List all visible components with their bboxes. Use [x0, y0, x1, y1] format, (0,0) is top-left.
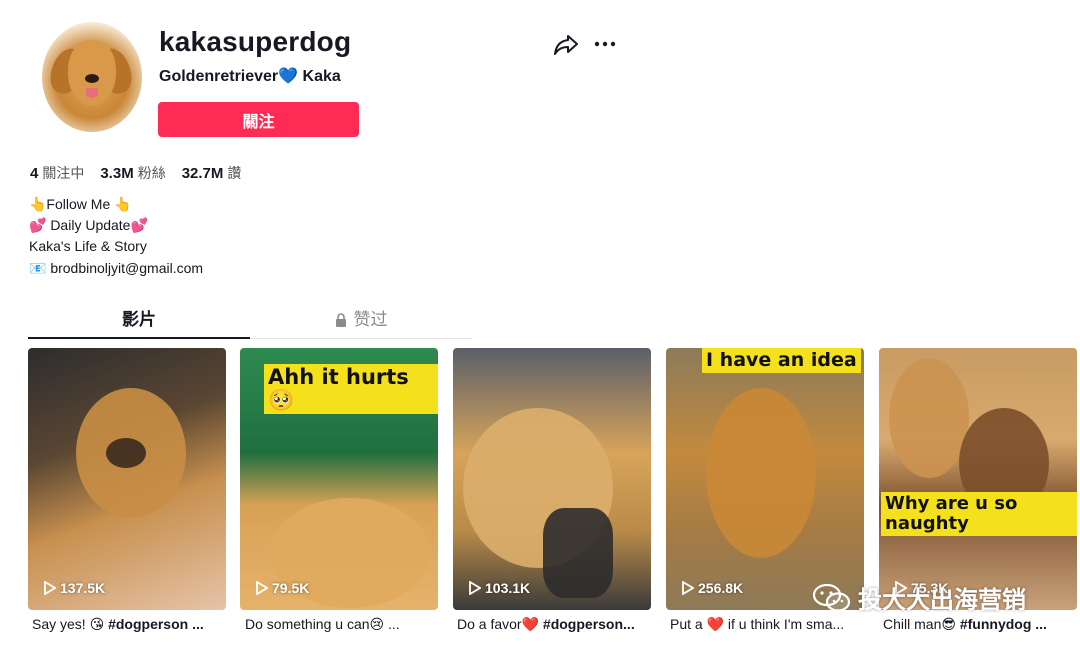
likes-count: 32.7M — [181, 165, 224, 182]
view-count: 103.1K — [469, 580, 530, 596]
video-thumbnail[interactable]: 137.5K — [28, 348, 226, 610]
following-label: 關注中 — [42, 165, 85, 181]
play-icon — [256, 581, 268, 595]
thumbnail-trash-bag — [543, 508, 613, 598]
share-icon[interactable] — [554, 34, 578, 56]
views-label: 79.5K — [272, 580, 310, 596]
stat-followers[interactable]: 3.3M 粉絲 — [100, 163, 165, 183]
wechat-icon — [812, 583, 851, 612]
bio-email: 📧 brodbinoljyit@gmail.com — [29, 259, 204, 276]
tab-liked-label: 赞过 — [353, 310, 388, 329]
video-thumbnail[interactable]: Why are u so naughty 75.3K — [879, 348, 1077, 610]
dots-icon — [594, 41, 616, 47]
video-thumbnail[interactable]: Ahh it hurts🥺 79.5K — [240, 348, 438, 610]
video-overlay-text: Ahh it hurts🥺 — [264, 364, 438, 415]
caption-text: Put a ❤️ if u think I'm sma... — [670, 616, 845, 632]
bio-line: 👆Follow Me 👆 — [29, 196, 132, 212]
views-label: 103.1K — [485, 580, 531, 596]
watermark-text: 投大大出海营销 — [858, 586, 1026, 614]
view-count: 79.5K — [256, 580, 309, 596]
video-caption[interactable]: Say yes! 😘 #dogperson ... — [32, 616, 230, 633]
tab-liked[interactable]: 赞过 — [250, 305, 472, 339]
caption-hashtag[interactable]: #funnydog ... — [960, 616, 1047, 632]
video-thumbnail[interactable]: 103.1K — [453, 348, 651, 610]
profile-stats: 4 關注中 3.3M 粉絲 32.7M 讚 — [30, 163, 241, 183]
profile-subtitle: Goldenretriever💙 Kaka — [159, 66, 341, 86]
caption-text: Chill man😎 — [883, 616, 960, 632]
views-label: 137.5K — [60, 580, 106, 596]
thumbnail-dog — [889, 358, 969, 478]
play-icon — [682, 581, 694, 595]
followers-label: 粉絲 — [137, 165, 166, 181]
follow-button[interactable]: 關注 — [158, 102, 359, 137]
bio-line: Kaka's Life & Story — [29, 238, 147, 255]
avatar-dog-nose — [85, 74, 99, 83]
caption-hashtag[interactable]: #dogperson ... — [108, 616, 204, 632]
caption-text: Do something u can😢 ... — [245, 616, 400, 632]
video-overlay-text: Why are u so naughty — [881, 492, 1077, 536]
likes-label: 讚 — [227, 165, 242, 181]
video-caption[interactable]: Do a favor❤️ #dogperson... — [457, 616, 655, 633]
following-count: 4 — [30, 165, 39, 182]
avatar[interactable] — [42, 22, 142, 132]
thumbnail-dog-nose — [106, 438, 146, 468]
profile-bio: 👆Follow Me 👆 💕 Daily Update💕 Kaka's Life… — [29, 194, 203, 279]
subtitle-left: Goldenretriever — [159, 68, 279, 85]
profile-username: kakasuperdog — [159, 26, 352, 57]
view-count: 137.5K — [44, 580, 105, 596]
view-count: 256.8K — [682, 580, 743, 596]
video-thumbnail[interactable]: I have an idea 256.8K — [666, 348, 864, 610]
views-label: 256.8K — [698, 580, 744, 596]
video-caption[interactable]: Do something u can😢 ... — [245, 616, 443, 633]
stat-following[interactable]: 4 關注中 — [30, 163, 84, 183]
more-options-icon[interactable] — [593, 32, 617, 56]
subtitle-right: Kaka — [302, 68, 341, 85]
watermark: 投大大出海营销 — [812, 580, 1026, 615]
followers-count: 3.3M — [100, 165, 134, 182]
play-icon — [469, 581, 481, 595]
video-caption[interactable]: Chill man😎 #funnydog ... — [883, 616, 1080, 633]
caption-text: Do a favor❤️ — [457, 616, 543, 632]
bio-line: 💕 Daily Update💕 — [29, 217, 148, 234]
video-caption[interactable]: Put a ❤️ if u think I'm sma... — [670, 616, 868, 633]
caption-hashtag[interactable]: #dogperson... — [543, 616, 635, 632]
thumbnail-dog — [706, 388, 816, 558]
stat-likes: 32.7M 讚 — [182, 163, 242, 183]
avatar-dog-tongue — [86, 88, 98, 98]
lock-icon — [335, 313, 346, 327]
profile-tabs: 影片 赞过 — [28, 305, 472, 339]
blue-heart-icon: 💙 — [278, 68, 299, 85]
video-overlay-text: I have an idea — [702, 348, 861, 373]
caption-text: Say yes! 😘 — [32, 616, 109, 632]
tab-videos[interactable]: 影片 — [28, 305, 250, 339]
play-icon — [44, 581, 56, 595]
